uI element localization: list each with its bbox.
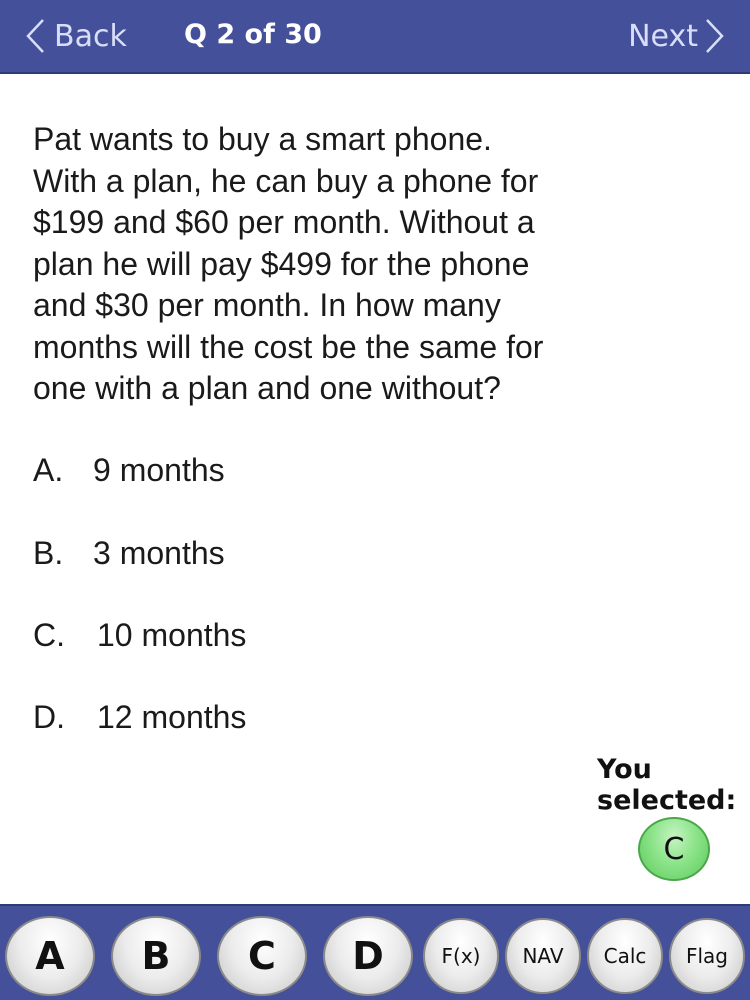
choice-text: 3 months (93, 535, 225, 571)
you-selected-label: You selected: (597, 754, 747, 816)
flag-button[interactable]: Flag (669, 918, 745, 994)
next-label: Next (628, 18, 698, 54)
question-counter: Q 2 of 30 (184, 19, 322, 50)
question-line: Pat wants to buy a smart phone. (33, 121, 492, 157)
question-line: one with a plan and one without? (33, 370, 501, 406)
answer-a-button[interactable]: A (5, 916, 95, 996)
choice-letter: A. (33, 452, 64, 488)
question-line: $199 and $60 per month. Without a (33, 204, 535, 240)
choice-text: 9 months (93, 452, 225, 488)
question-line: and $30 per month. In how many (33, 287, 501, 323)
nav-button[interactable]: NAV (505, 918, 581, 994)
chevron-right-icon (704, 16, 726, 56)
choice-letter: C. (33, 617, 65, 653)
question-text: Pat wants to buy a smart phone. With a p… (33, 119, 733, 410)
answer-d-button[interactable]: D (323, 916, 413, 996)
answer-c-button[interactable]: C (217, 916, 307, 996)
answer-choice-b[interactable]: B. 3 months (33, 535, 225, 572)
answer-choice-a[interactable]: A. 9 months (33, 452, 225, 489)
calc-button[interactable]: Calc (587, 918, 663, 994)
next-button[interactable]: Next (628, 16, 726, 56)
answer-choice-c[interactable]: C. 10 months (33, 617, 246, 654)
choice-text: 10 months (97, 617, 247, 653)
function-button[interactable]: F(x) (423, 918, 499, 994)
choice-letter: D. (33, 699, 65, 735)
choice-letter: B. (33, 535, 64, 571)
question-line: months will the cost be the same for (33, 328, 544, 365)
question-line: With a plan, he can buy a phone for (33, 162, 539, 199)
top-navigation-bar: Back Q 2 of 30 Next (0, 0, 750, 74)
choice-text: 12 months (97, 699, 247, 735)
back-label: Back (54, 18, 127, 54)
back-button[interactable]: Back (24, 16, 127, 56)
answer-b-button[interactable]: B (111, 916, 201, 996)
chevron-left-icon (24, 16, 46, 56)
you-selected-line: You (597, 754, 652, 785)
question-line: plan he will pay $499 for the phone (33, 245, 530, 282)
you-selected-line: selected: (597, 785, 737, 816)
selected-answer-badge: C (638, 817, 710, 881)
answer-choice-d[interactable]: D. 12 months (33, 699, 246, 736)
